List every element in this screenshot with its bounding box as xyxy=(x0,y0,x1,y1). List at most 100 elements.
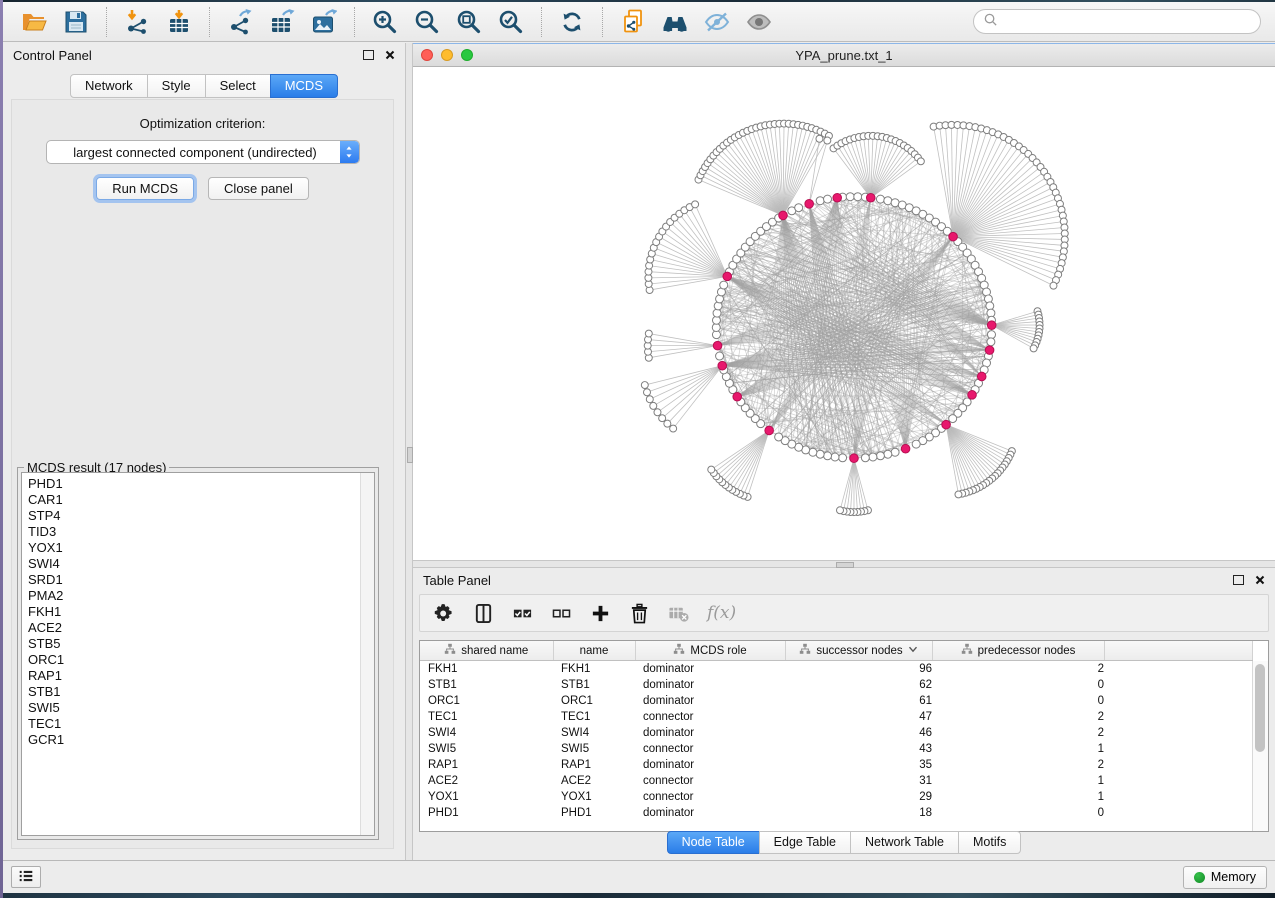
mcds-result-item[interactable]: TEC1 xyxy=(28,716,360,732)
cell[interactable]: ACE2 xyxy=(553,773,635,789)
new-network-from-selection-button[interactable] xyxy=(614,7,652,37)
tab-mcds[interactable]: MCDS xyxy=(270,74,338,98)
tab-network-table[interactable]: Network Table xyxy=(850,831,959,854)
table-scrollbar[interactable] xyxy=(1252,661,1268,831)
cell[interactable]: connector xyxy=(635,789,785,805)
mcds-result-item[interactable]: SWI4 xyxy=(28,556,360,572)
run-mcds-button[interactable]: Run MCDS xyxy=(96,177,194,200)
table-row[interactable]: FKH1FKH1dominator962 xyxy=(420,661,1253,678)
cell[interactable]: TEC1 xyxy=(420,709,553,725)
table-row[interactable]: TEC1TEC1connector472 xyxy=(420,709,1253,725)
tab-edge-table[interactable]: Edge Table xyxy=(759,831,851,854)
tab-select[interactable]: Select xyxy=(205,74,271,98)
deselect-all-rows-button[interactable] xyxy=(551,603,572,624)
cell[interactable]: RAP1 xyxy=(553,757,635,773)
first-neighbors-button[interactable] xyxy=(656,7,694,37)
mcds-result-item[interactable]: SRD1 xyxy=(28,572,360,588)
cell[interactable]: 61 xyxy=(785,693,932,709)
add-column-button[interactable] xyxy=(590,603,611,624)
mcds-result-item[interactable]: PHD1 xyxy=(28,476,360,492)
tab-style[interactable]: Style xyxy=(147,74,206,98)
export-network-button[interactable] xyxy=(221,7,259,37)
table-row[interactable]: PHD1PHD1dominator180 xyxy=(420,805,1253,821)
search-input[interactable] xyxy=(1003,14,1251,30)
vertical-splitter[interactable] xyxy=(405,43,413,860)
cell[interactable]: SWI4 xyxy=(553,725,635,741)
table-row[interactable]: SWI4SWI4dominator462 xyxy=(420,725,1253,741)
cell[interactable]: SWI5 xyxy=(420,741,553,757)
cell[interactable]: 1 xyxy=(932,741,1104,757)
cell[interactable]: 0 xyxy=(932,693,1104,709)
cell[interactable]: dominator xyxy=(635,693,785,709)
table-row[interactable]: STB1STB1dominator620 xyxy=(420,677,1253,693)
table-row[interactable]: ORC1ORC1dominator610 xyxy=(420,693,1253,709)
cell[interactable]: STB1 xyxy=(420,677,553,693)
cell[interactable]: ORC1 xyxy=(420,693,553,709)
cell[interactable]: dominator xyxy=(635,677,785,693)
show-all-button[interactable] xyxy=(740,7,778,37)
cell[interactable]: 46 xyxy=(785,725,932,741)
cell[interactable]: 2 xyxy=(932,661,1104,678)
cell[interactable]: connector xyxy=(635,741,785,757)
network-graph[interactable] xyxy=(413,67,1275,560)
cell[interactable]: dominator xyxy=(635,757,785,773)
optimization-criterion-select[interactable]: largest connected component (undirected) xyxy=(46,140,360,164)
table-row[interactable]: RAP1RAP1dominator352 xyxy=(420,757,1253,773)
tab-motifs[interactable]: Motifs xyxy=(958,831,1021,854)
cell[interactable]: 43 xyxy=(785,741,932,757)
mcds-result-item[interactable]: TID3 xyxy=(28,524,360,540)
cell[interactable]: 31 xyxy=(785,773,932,789)
import-table-button[interactable] xyxy=(160,7,198,37)
cell[interactable]: ORC1 xyxy=(553,693,635,709)
mcds-result-item[interactable]: CAR1 xyxy=(28,492,360,508)
cell[interactable]: dominator xyxy=(635,805,785,821)
import-network-button[interactable] xyxy=(118,7,156,37)
cell[interactable]: 2 xyxy=(932,757,1104,773)
tab-network[interactable]: Network xyxy=(70,74,148,98)
cell[interactable]: 2 xyxy=(932,725,1104,741)
open-file-button[interactable] xyxy=(15,7,53,37)
column-header-name[interactable]: name xyxy=(553,641,635,661)
cell[interactable]: 0 xyxy=(932,677,1104,693)
table-row[interactable]: ACE2ACE2connector311 xyxy=(420,773,1253,789)
save-session-button[interactable] xyxy=(57,7,95,37)
export-table-button[interactable] xyxy=(263,7,301,37)
export-image-button[interactable] xyxy=(305,7,343,37)
column-header-predecessor-nodes[interactable]: predecessor nodes xyxy=(932,641,1104,661)
mcds-result-item[interactable]: STB1 xyxy=(28,684,360,700)
table-settings-button[interactable] xyxy=(434,603,455,624)
cell[interactable]: STB1 xyxy=(553,677,635,693)
cell[interactable]: 1 xyxy=(932,789,1104,805)
mcds-result-item[interactable]: GCR1 xyxy=(28,732,360,748)
cell[interactable]: ACE2 xyxy=(420,773,553,789)
window-minimize-icon[interactable] xyxy=(441,49,453,61)
window-zoom-icon[interactable] xyxy=(461,49,473,61)
close-panel-icon[interactable] xyxy=(1255,575,1265,585)
cell[interactable]: TEC1 xyxy=(553,709,635,725)
hide-selected-button[interactable] xyxy=(698,7,736,37)
table-scrollbar-thumb[interactable] xyxy=(1255,664,1265,752)
panel-list-button[interactable] xyxy=(11,866,41,888)
cell[interactable]: 1 xyxy=(932,773,1104,789)
cell[interactable]: connector xyxy=(635,709,785,725)
mcds-result-scrollbar[interactable] xyxy=(360,473,374,835)
cell[interactable]: YOX1 xyxy=(553,789,635,805)
table-row[interactable]: YOX1YOX1connector291 xyxy=(420,789,1253,805)
column-header-MCDS-role[interactable]: MCDS role xyxy=(635,641,785,661)
cell[interactable]: PHD1 xyxy=(420,805,553,821)
cell[interactable]: YOX1 xyxy=(420,789,553,805)
mcds-result-item[interactable]: YOX1 xyxy=(28,540,360,556)
mcds-result-item[interactable]: FKH1 xyxy=(28,604,360,620)
cell[interactable]: 18 xyxy=(785,805,932,821)
cell[interactable]: 29 xyxy=(785,789,932,805)
table-row[interactable]: SWI5SWI5connector431 xyxy=(420,741,1253,757)
zoom-out-button[interactable] xyxy=(408,7,446,37)
mcds-result-item[interactable]: STB5 xyxy=(28,636,360,652)
cell[interactable]: 35 xyxy=(785,757,932,773)
delete-column-button[interactable] xyxy=(629,603,650,624)
tab-node-table[interactable]: Node Table xyxy=(667,831,760,854)
cell[interactable]: FKH1 xyxy=(420,661,553,678)
close-panel-icon[interactable] xyxy=(385,50,395,60)
cell[interactable]: PHD1 xyxy=(553,805,635,821)
cell[interactable]: connector xyxy=(635,773,785,789)
